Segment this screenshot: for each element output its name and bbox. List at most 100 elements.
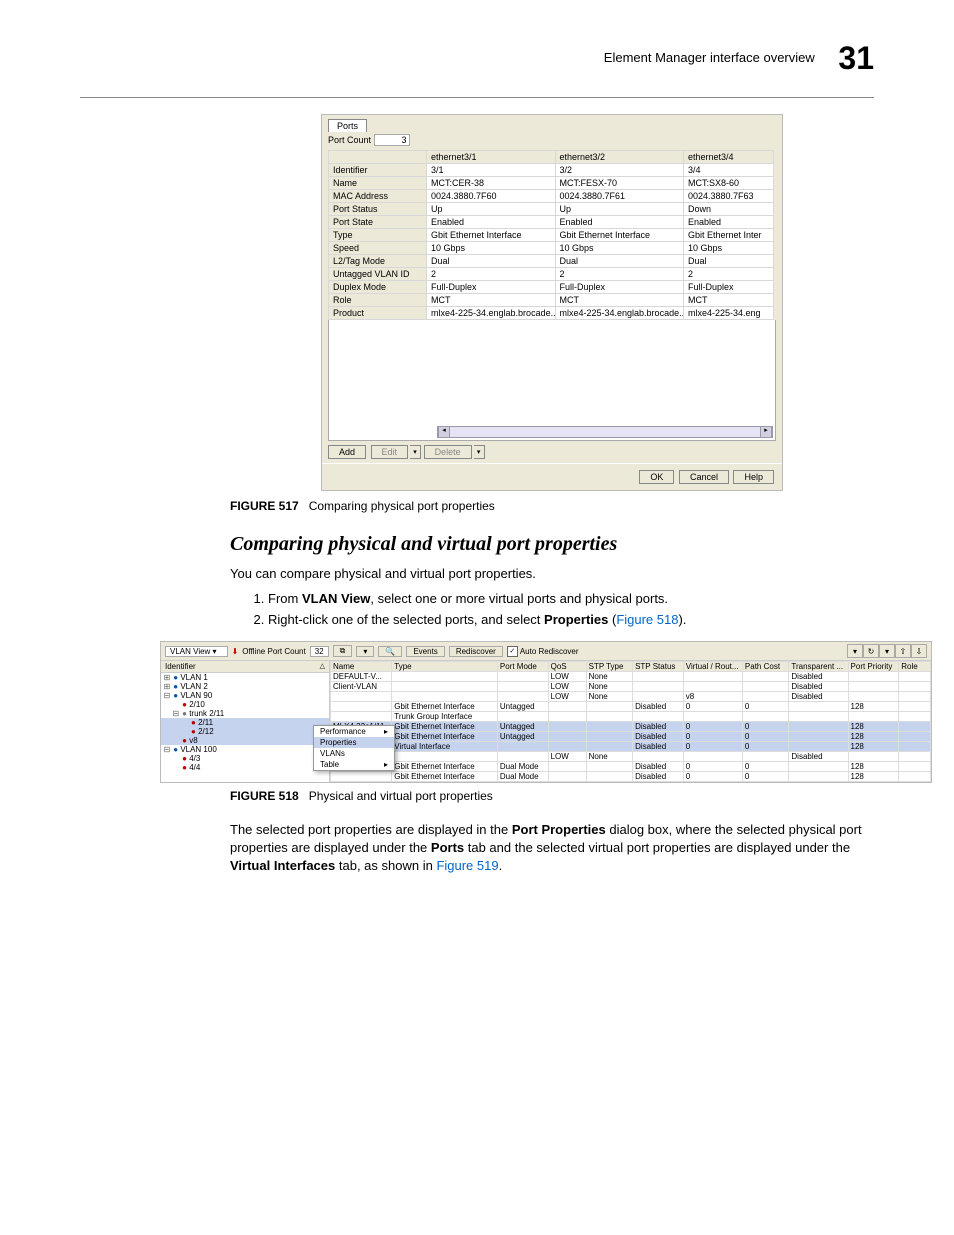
grid-row[interactable]: Virtual InterfaceDisabled00128 [331,742,931,752]
grid-cell: 128 [848,742,899,752]
rediscover-button[interactable]: Rediscover [449,646,503,657]
vlan-view-window: VLAN View ▾ ⬇ Offline Port Count 32 ⧉▾ 🔍… [160,641,932,783]
detail-cell: Dual [427,255,556,268]
grid-column-header[interactable]: Port Mode [497,662,548,672]
tree-item[interactable]: ⊞ ● VLAN 2 [161,682,329,691]
grid-row[interactable]: Gbit Ethernet InterfaceDual ModeDisabled… [331,772,931,782]
grid-column-header[interactable]: Port Priority [848,662,899,672]
grid-row[interactable]: StarLifter_S...LOWNoneDisabled [331,752,931,762]
tree-header[interactable]: Identifier △ [161,661,329,673]
tree-item[interactable]: ⊟ ● VLAN 100 [161,745,329,754]
expand-icon[interactable] [172,736,180,745]
chart-icon[interactable]: ⧉ [333,645,353,657]
tree-item[interactable]: ● v8 [161,736,329,745]
expand-icon[interactable]: ⊞ [163,673,171,682]
grid-column-header[interactable]: Role [899,662,931,672]
tree-item[interactable]: ● 4/4 [161,763,329,772]
tree-node-label: v8 [189,736,197,745]
detail-cell: MCT [684,294,774,307]
grid-cell [548,742,586,752]
context-menu-item[interactable]: VLANs [314,748,394,759]
add-button[interactable]: Add [328,445,366,459]
tree-item[interactable]: ● 2/12 [161,727,329,736]
context-menu-item[interactable]: Properties [314,737,394,748]
dropdown-icon-2[interactable]: ▾ [879,644,895,658]
grid-column-header[interactable]: STP Status [633,662,684,672]
tree-item[interactable]: ● 2/10 [161,700,329,709]
scroll-right-icon[interactable]: ▸ [760,426,772,438]
grid-cell [899,682,931,692]
ports-tab[interactable]: Ports [328,119,367,132]
expand-icon[interactable] [172,754,180,763]
grid-cell: 128 [848,702,899,712]
grid-column-header[interactable]: Path Cost [742,662,788,672]
up-icon[interactable]: ⇧ [895,644,911,658]
edit-button[interactable]: Edit [371,445,409,459]
grid-row[interactable]: MLX4.32e1/12Gbit Ethernet InterfaceUntag… [331,732,931,742]
expand-icon[interactable] [172,763,180,772]
grid-column-header[interactable]: QoS [548,662,586,672]
scroll-left-icon[interactable]: ◂ [438,426,450,438]
grid-column-header[interactable]: Type [392,662,498,672]
tree-item[interactable]: ⊟ ● trunk 2/11 [161,709,329,718]
grid-row[interactable]: Trunk Group Interface [331,712,931,722]
detail-header-1[interactable]: ethernet3/1 [427,151,556,164]
grid-row[interactable]: Client-VLANLOWNoneDisabled [331,682,931,692]
context-menu[interactable]: Performance▸PropertiesVLANsTable▸ [313,725,395,771]
cancel-button[interactable]: Cancel [679,470,729,484]
tree-item[interactable]: ● 2/11 [161,718,329,727]
chart-dropdown-icon[interactable]: ▾ [356,646,374,657]
grid-row[interactable]: DEFAULT-V...LOWNoneDisabled [331,672,931,682]
expand-icon[interactable] [172,700,180,709]
expand-icon[interactable] [181,727,189,736]
detail-header-row: ethernet3/1 ethernet3/2 ethernet3/4 [329,151,774,164]
help-button[interactable]: Help [733,470,774,484]
grid-column-header[interactable]: Transparent ... [789,662,848,672]
context-menu-item[interactable]: Table▸ [314,759,394,770]
grid-cell [331,712,392,722]
expand-icon[interactable]: ⊟ [163,691,171,700]
grid-cell [899,772,931,782]
grid-row[interactable]: LOWNonev8Disabled [331,692,931,702]
vlan-grid-pane[interactable]: NameTypePort ModeQoSSTP TypeSTP StatusVi… [330,661,931,782]
tree-item[interactable]: ● 4/3 [161,754,329,763]
search-icon[interactable]: 🔍 [378,646,402,657]
grid-row[interactable]: MLX4.32e1/11Gbit Ethernet InterfaceUntag… [331,722,931,732]
grid-cell [497,682,548,692]
view-dropdown[interactable]: VLAN View ▾ [165,646,228,657]
delete-button[interactable]: Delete [424,445,472,459]
context-menu-item[interactable]: Performance▸ [314,726,394,737]
tree-item[interactable]: ⊟ ● VLAN 90 [161,691,329,700]
horizontal-scrollbar[interactable]: ◂ ▸ [437,426,773,438]
detail-cell: mlxe4-225-34.englab.brocade.... [427,307,556,320]
grid-cell [683,752,742,762]
detail-header-3[interactable]: ethernet3/4 [684,151,774,164]
grid-column-header[interactable]: Name [331,662,392,672]
grid-cell [742,712,788,722]
auto-rediscover-checkbox[interactable]: ✓Auto Rediscover [507,646,579,657]
grid-row[interactable]: Gbit Ethernet InterfaceDual ModeDisabled… [331,762,931,772]
vlan-tree-pane[interactable]: Identifier △ ⊞ ● VLAN 1⊞ ● VLAN 2⊟ ● VLA… [161,661,330,782]
expand-icon[interactable]: ⊞ [163,682,171,691]
tree-item[interactable]: ⊞ ● VLAN 1 [161,673,329,682]
grid-cell [742,752,788,762]
down-icon[interactable]: ⇩ [911,644,927,658]
grid-column-header[interactable]: Virtual / Rout... [683,662,742,672]
edit-dropdown-icon[interactable]: ▾ [410,445,421,459]
expand-icon[interactable]: ⊟ [163,745,171,754]
grid-column-header[interactable]: STP Type [586,662,632,672]
toolbar-dropdown-icon[interactable]: ▾ [847,644,863,658]
figure-519-link[interactable]: Figure 519 [436,858,498,873]
refresh-icon[interactable]: ↻ [863,644,879,658]
detail-header-2[interactable]: ethernet3/2 [555,151,684,164]
expand-icon[interactable]: ⊟ [172,709,180,718]
events-button[interactable]: Events [406,646,444,657]
expand-icon[interactable] [181,718,189,727]
grid-cell [548,772,586,782]
figure-518-link[interactable]: Figure 518 [616,612,678,627]
delete-dropdown-icon[interactable]: ▾ [474,445,485,459]
ok-button[interactable]: OK [639,470,674,484]
chapter-number: 31 [838,40,874,76]
grid-cell [586,722,632,732]
grid-row[interactable]: Gbit Ethernet InterfaceUntaggedDisabled0… [331,702,931,712]
